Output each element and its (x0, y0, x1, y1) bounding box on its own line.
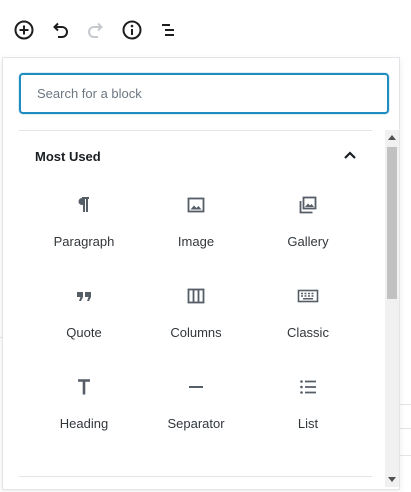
info-button[interactable] (120, 18, 144, 42)
quote-icon (72, 284, 96, 308)
image-icon (184, 193, 208, 217)
undo-icon (53, 22, 68, 38)
block-label: Paragraph (53, 234, 115, 249)
block-label: Columns (170, 325, 222, 340)
block-label: Quote (66, 325, 102, 340)
canvas-divider (400, 428, 411, 429)
scrollbar-thumb[interactable] (387, 147, 397, 299)
block-label: List (297, 416, 319, 431)
block-quote[interactable]: Quote (28, 272, 140, 363)
canvas-divider (400, 455, 411, 456)
block-search-input[interactable] (21, 75, 387, 112)
columns-icon (184, 284, 208, 308)
block-label: Separator (167, 416, 225, 431)
undo-button[interactable] (48, 18, 72, 42)
editor-toolbar (0, 0, 411, 58)
list-outline-icon (162, 24, 174, 36)
most-used-panel-toggle[interactable]: Most Used (19, 131, 372, 181)
block-columns[interactable]: Columns (140, 272, 252, 363)
block-label: Classic (287, 325, 329, 340)
scrollbar[interactable] (385, 130, 399, 487)
keyboard-icon (296, 284, 320, 308)
info-icon (122, 20, 142, 40)
block-label: Gallery (287, 234, 329, 249)
heading-icon (72, 375, 96, 399)
search-field[interactable] (19, 73, 389, 114)
block-separator[interactable]: Separator (140, 363, 252, 454)
add-block-button[interactable] (12, 18, 36, 42)
block-paragraph[interactable]: Paragraph (28, 181, 140, 272)
editor-canvas-edge (400, 58, 411, 492)
block-classic[interactable]: Classic (252, 272, 364, 363)
list-icon (296, 375, 320, 399)
scroll-up-arrow-icon[interactable] (385, 130, 399, 144)
block-label: Image (177, 234, 215, 249)
plus-circle-icon (14, 20, 34, 40)
block-heading[interactable]: Heading (28, 363, 140, 454)
panel-title: Most Used (35, 149, 101, 164)
separator-icon (184, 375, 208, 399)
block-gallery[interactable]: Gallery (252, 181, 364, 272)
paragraph-icon (72, 193, 96, 217)
redo-icon (88, 22, 103, 38)
block-list[interactable]: List (252, 363, 364, 454)
scroll-down-arrow-icon[interactable] (385, 473, 399, 487)
divider (19, 476, 372, 477)
outline-button[interactable] (156, 18, 180, 42)
canvas-divider (400, 404, 411, 405)
block-label: Heading (59, 416, 109, 431)
chevron-up-icon[interactable] (340, 145, 360, 165)
block-image[interactable]: Image (140, 181, 252, 272)
block-inserter-popover: Most Used Paragraph (2, 57, 400, 490)
redo-button[interactable] (84, 18, 108, 42)
gallery-icon (296, 193, 320, 217)
